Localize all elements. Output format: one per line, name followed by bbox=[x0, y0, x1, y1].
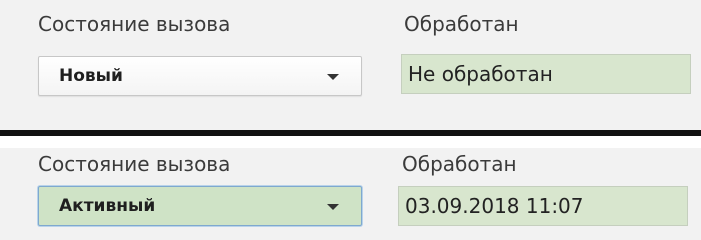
processed-label: Обработан bbox=[402, 152, 517, 176]
chevron-down-icon[interactable] bbox=[327, 74, 339, 80]
processed-field: Не обработан bbox=[401, 54, 691, 94]
processed-field-value: 03.09.2018 11:07 bbox=[405, 194, 584, 218]
call-state-select[interactable]: Активный bbox=[38, 186, 362, 226]
divider bbox=[0, 130, 701, 136]
processed-label: Обработан bbox=[404, 12, 519, 36]
processed-field: 03.09.2018 11:07 bbox=[398, 186, 688, 226]
call-state-select[interactable]: Новый bbox=[38, 56, 362, 96]
call-state-label: Состояние вызова bbox=[38, 12, 231, 36]
chevron-down-icon[interactable] bbox=[327, 204, 339, 210]
call-state-select-value: Активный bbox=[59, 196, 156, 216]
call-state-panel-after: Состояние вызова Активный Обработан 03.0… bbox=[0, 140, 701, 240]
processed-field-value: Не обработан bbox=[408, 62, 553, 86]
call-state-panel-before: Состояние вызова Новый Обработан Не обра… bbox=[0, 0, 701, 130]
call-state-select-value: Новый bbox=[59, 66, 123, 86]
call-state-label: Состояние вызова bbox=[38, 152, 231, 176]
